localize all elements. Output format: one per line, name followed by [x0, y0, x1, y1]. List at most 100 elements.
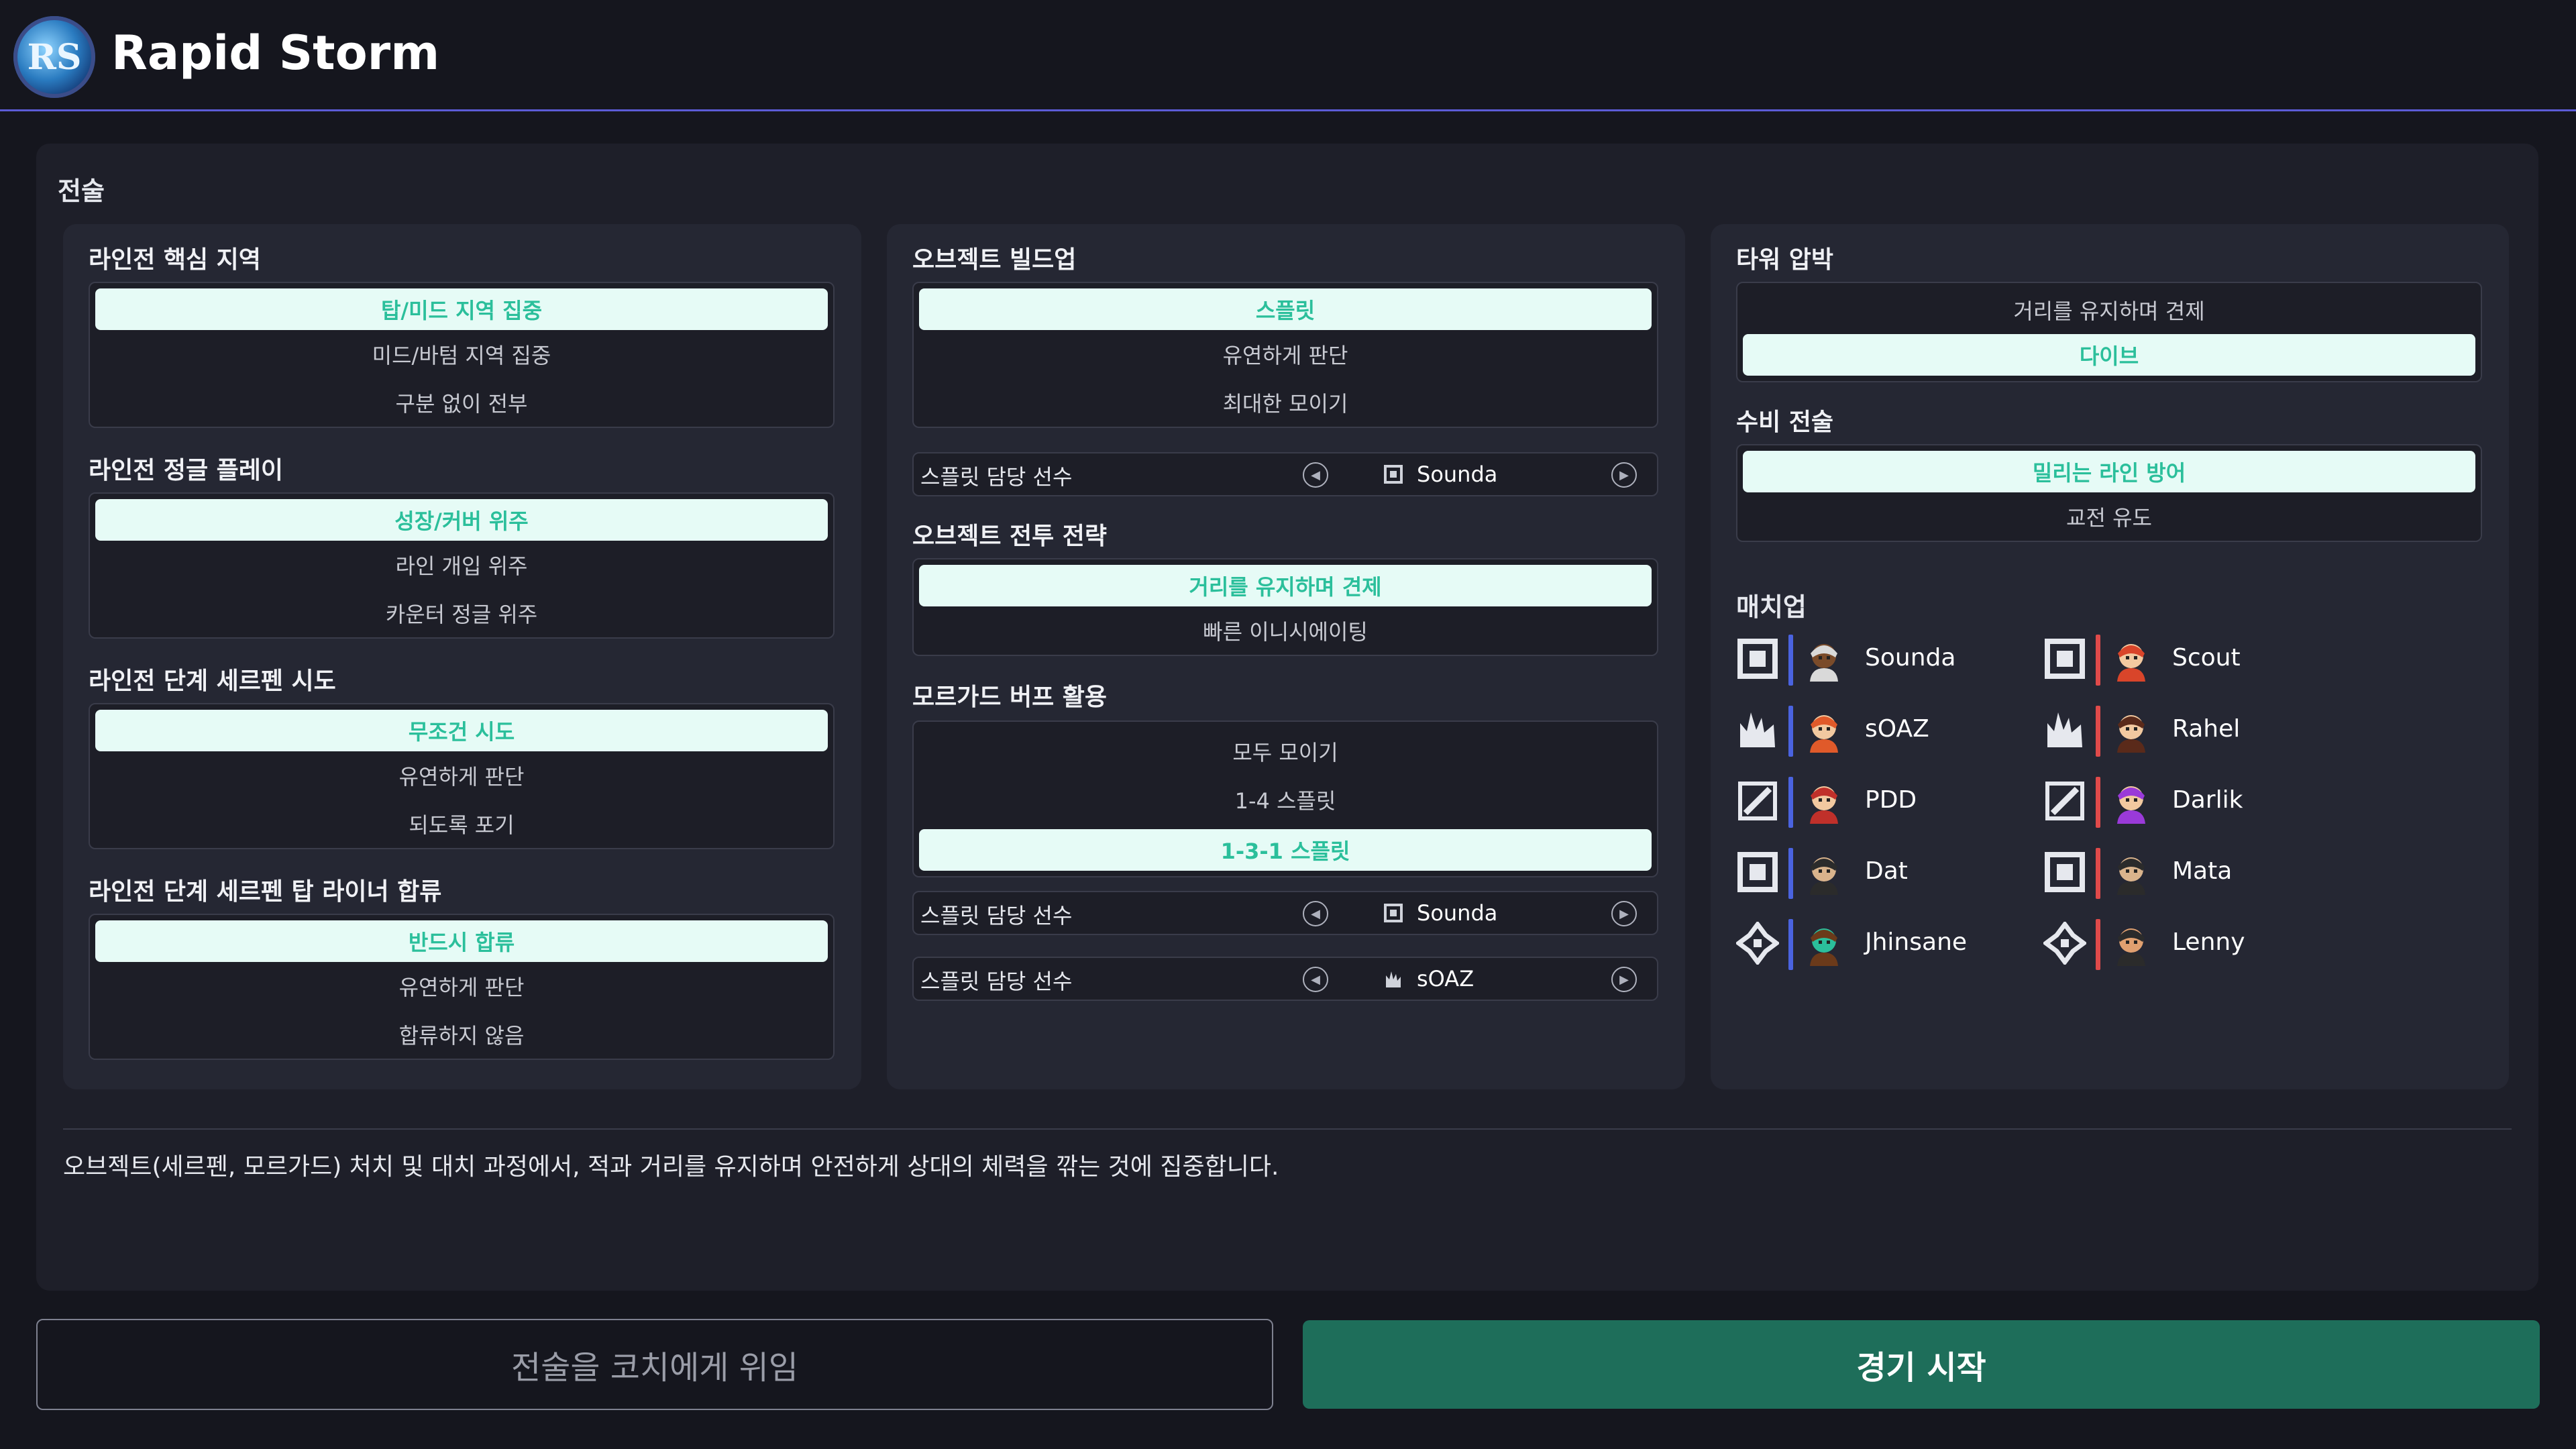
option-dive[interactable]: 다이브	[1743, 334, 2475, 376]
option-must-join[interactable]: 반드시 합류	[95, 920, 828, 962]
morgard-buff-options: 모두 모이기 1-4 스플릿 1-3-1 스플릿	[912, 720, 1658, 877]
player-name: Lenny	[2172, 928, 2245, 956]
player-name: Rahel	[2172, 715, 2241, 743]
app-title: Rapid Storm	[111, 25, 440, 80]
team-color-bar	[2096, 777, 2100, 828]
option-all[interactable]: 구분 없이 전부	[90, 378, 833, 427]
delegate-to-coach-button[interactable]: 전술을 코치에게 위임	[36, 1319, 1273, 1410]
objective-buildup-options: 스플릿 유연하게 판단 최대한 모이기	[912, 282, 1658, 428]
option-top-mid[interactable]: 탑/미드 지역 집중	[95, 288, 828, 330]
option-growth-cover[interactable]: 성장/커버 위주	[95, 499, 828, 541]
tactics-panel: 전술 라인전 핵심 지역 탑/미드 지역 집중 미드/바텀 지역 집중 구분 없…	[36, 144, 2538, 1291]
option-mid-bot[interactable]: 미드/바텀 지역 집중	[90, 330, 833, 378]
team-color-bar	[1788, 635, 1793, 686]
split-player-label: 스플릿 담당 선수	[920, 903, 1073, 928]
player-avatar-icon	[1810, 928, 1838, 966]
option-no-join[interactable]: 합류하지 않음	[90, 1010, 833, 1059]
serpent-attempt-options: 무조건 시도 유연하게 판단 되도록 포기	[89, 703, 835, 849]
option-flexible-buildup[interactable]: 유연하게 판단	[914, 330, 1657, 378]
defense-options: 밀리는 라인 방어 교전 유도	[1736, 444, 2482, 542]
red-player-row: Mata	[2043, 847, 2339, 900]
mid-role-icon	[1738, 782, 1777, 820]
option-1-3-1-split[interactable]: 1-3-1 스플릿	[919, 829, 1652, 871]
option-lane-gank[interactable]: 라인 개입 위주	[90, 541, 833, 589]
player-avatar-icon	[2117, 644, 2145, 682]
next-player-button[interactable]: ▶	[1611, 901, 1637, 926]
prev-player-button[interactable]: ◀	[1303, 901, 1328, 926]
section-title-jungle-play: 라인전 정글 플레이	[89, 457, 284, 484]
jungle-role-icon	[1740, 712, 1775, 747]
option-all-group[interactable]: 모두 모이기	[914, 727, 1657, 775]
player-avatar-icon	[1810, 786, 1838, 824]
player-name: Darlik	[2172, 786, 2243, 814]
page-title: 전술	[58, 176, 105, 206]
player-avatar-icon	[1810, 644, 1838, 682]
player-avatar-icon	[2117, 715, 2145, 753]
red-player-row: Darlik	[2043, 775, 2339, 829]
option-flexible[interactable]: 유연하게 판단	[90, 751, 833, 800]
option-1-4-split[interactable]: 1-4 스플릿	[914, 775, 1657, 824]
team-color-bar	[2096, 706, 2100, 757]
support-role-icon	[2043, 922, 2086, 965]
blue-player-row: Dat	[1736, 847, 2031, 900]
player-avatar-icon	[2117, 786, 2145, 824]
option-flexible-join[interactable]: 유연하게 판단	[90, 962, 833, 1010]
objective-fight-options: 거리를 유지하며 견제 빠른 이니시에이팅	[912, 558, 1658, 656]
split-player-selector-3: 스플릿 담당 선수 ◀ sOAZ ▶	[912, 957, 1658, 1001]
top-role-icon	[1384, 465, 1403, 484]
team-color-bar	[2096, 848, 2100, 899]
option-tower-poke[interactable]: 거리를 유지하며 견제	[1737, 286, 2481, 334]
section-title-morgard-buff: 모르가드 버프 활용	[912, 684, 1108, 711]
player-name: Scout	[2172, 644, 2241, 672]
red-player-row: Scout	[2043, 633, 2339, 687]
jungle-play-options: 성장/커버 위주 라인 개입 위주 카운터 정글 위주	[89, 492, 835, 639]
top-role-icon	[2045, 639, 2085, 679]
divider	[63, 1128, 2512, 1130]
bot-role-icon	[2045, 852, 2085, 892]
split-player-name: Sounda	[1417, 900, 1498, 926]
split-player-label: 스플릿 담당 선수	[920, 969, 1073, 994]
option-poke[interactable]: 거리를 유지하며 견제	[919, 565, 1652, 606]
objective-column: 오브젝트 빌드업 스플릿 유연하게 판단 최대한 모이기 스플릿 담당 선수 ◀…	[887, 224, 1685, 1089]
top-join-options: 반드시 합류 유연하게 판단 합류하지 않음	[89, 914, 835, 1060]
option-group-up[interactable]: 최대한 모이기	[914, 378, 1657, 427]
next-player-button[interactable]: ▶	[1611, 462, 1637, 488]
section-title-lane-focus: 라인전 핵심 지역	[89, 246, 261, 274]
section-title-top-join: 라인전 단계 세르펜 탑 라이너 합류	[89, 878, 442, 906]
player-name: sOAZ	[1865, 715, 1929, 743]
team-color-bar	[1788, 777, 1793, 828]
player-avatar-icon	[1810, 715, 1838, 753]
next-player-button[interactable]: ▶	[1611, 967, 1637, 992]
team-color-bar	[2096, 919, 2100, 970]
team-color-bar	[1788, 848, 1793, 899]
start-match-button[interactable]: 경기 시작	[1303, 1320, 2540, 1409]
section-title-serpent-attempt: 라인전 단계 세르펜 시도	[89, 667, 336, 695]
option-force-fight[interactable]: 교전 유도	[1737, 492, 2481, 541]
option-defend-lane[interactable]: 밀리는 라인 방어	[1743, 451, 2475, 492]
split-player-selector-1: 스플릿 담당 선수 ◀ Sounda ▶	[912, 452, 1658, 496]
blue-player-row: Sounda	[1736, 633, 2031, 687]
top-role-icon	[1737, 639, 1778, 679]
option-split[interactable]: 스플릿	[919, 288, 1652, 330]
top-role-icon	[1384, 904, 1403, 922]
section-title-objective-buildup: 오브젝트 빌드업	[912, 246, 1077, 274]
mid-role-icon	[2045, 782, 2084, 820]
section-title-tower-pressure: 타워 압박	[1736, 246, 1834, 274]
option-counter-jungle[interactable]: 카운터 정글 위주	[90, 589, 833, 637]
lane-focus-options: 탑/미드 지역 집중 미드/바텀 지역 집중 구분 없이 전부	[89, 282, 835, 428]
player-name: Jhinsane	[1865, 928, 1968, 956]
team-color-bar	[2096, 635, 2100, 686]
option-fast-engage[interactable]: 빠른 이니시에이팅	[914, 606, 1657, 655]
prev-player-button[interactable]: ◀	[1303, 462, 1328, 488]
option-always-attempt[interactable]: 무조건 시도	[95, 710, 828, 751]
bot-role-icon	[1737, 852, 1778, 892]
red-player-row: Rahel	[2043, 704, 2339, 758]
section-title-objective-fight: 오브젝트 전투 전략	[912, 523, 1108, 550]
prev-player-button[interactable]: ◀	[1303, 967, 1328, 992]
blue-player-row: sOAZ	[1736, 704, 2031, 758]
tactic-description: 오브젝트(세르펜, 모르가드) 처치 및 대치 과정에서, 적과 거리를 유지하…	[63, 1153, 1279, 1181]
blue-player-row: PDD	[1736, 775, 2031, 829]
option-give-up[interactable]: 되도록 포기	[90, 800, 833, 848]
red-player-row: Lenny	[2043, 918, 2339, 971]
blue-player-row: Jhinsane	[1736, 918, 2031, 971]
